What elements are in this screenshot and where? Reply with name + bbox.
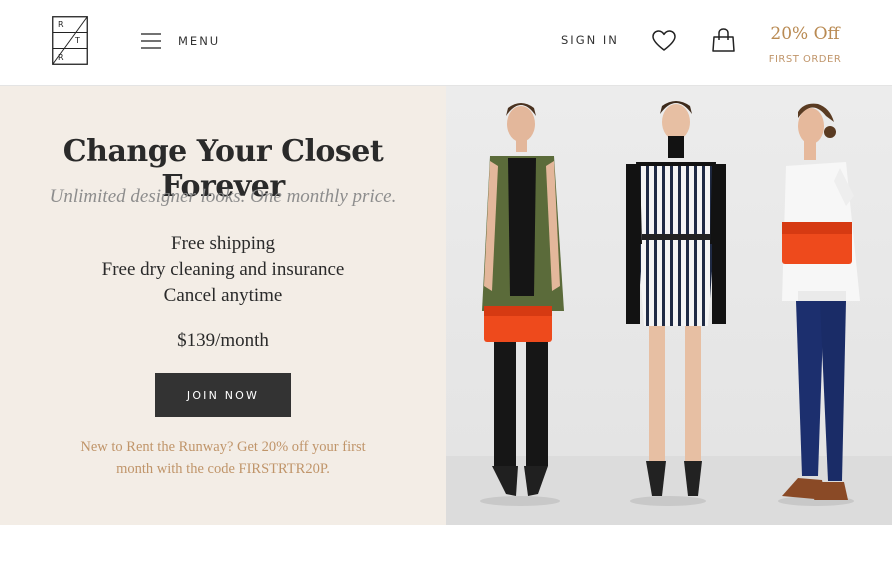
hero-text-panel: Change Your Closet Forever Unlimited des… [0, 86, 446, 525]
menu-button[interactable]: MENU [140, 28, 220, 54]
benefit-item: Free dry cleaning and insurance [101, 259, 345, 280]
hero-subheadline: Unlimited designer looks. One monthly pr… [49, 186, 397, 207]
monthly-price: $139/month [177, 330, 269, 351]
hero-section: Change Your Closet Forever Unlimited des… [0, 86, 892, 525]
promo-subtitle: FIRST ORDER [768, 54, 842, 65]
menu-label: MENU [178, 34, 221, 48]
first-order-promo[interactable]: 20% Off FIRST ORDER [760, 24, 850, 65]
site-header: R T R MENU SIGN IN 20% Off FIRST ORDER [0, 0, 892, 86]
shopping-bag-icon[interactable] [712, 28, 735, 52]
join-now-button[interactable]: JOIN NOW [155, 373, 291, 417]
sign-in-link[interactable]: SIGN IN [561, 33, 619, 47]
rtr-logo[interactable]: R T R [52, 16, 88, 65]
benefit-item: Cancel anytime [163, 285, 283, 306]
menu-icon [141, 33, 161, 49]
logo-letter-r1: R [58, 20, 64, 29]
promo-title: 20% Off [770, 24, 840, 44]
logo-letter-t: T [74, 36, 80, 45]
logo-letter-r2: R [58, 53, 64, 62]
models-photo [446, 86, 892, 525]
promo-code-note: New to Rent the Runway? Get 20% off your… [80, 439, 366, 477]
benefits-list: Free shipping Free dry cleaning and insu… [0, 231, 446, 309]
benefit-item: Free shipping [171, 233, 275, 254]
heart-icon[interactable] [652, 30, 676, 52]
hero-image [446, 86, 892, 525]
